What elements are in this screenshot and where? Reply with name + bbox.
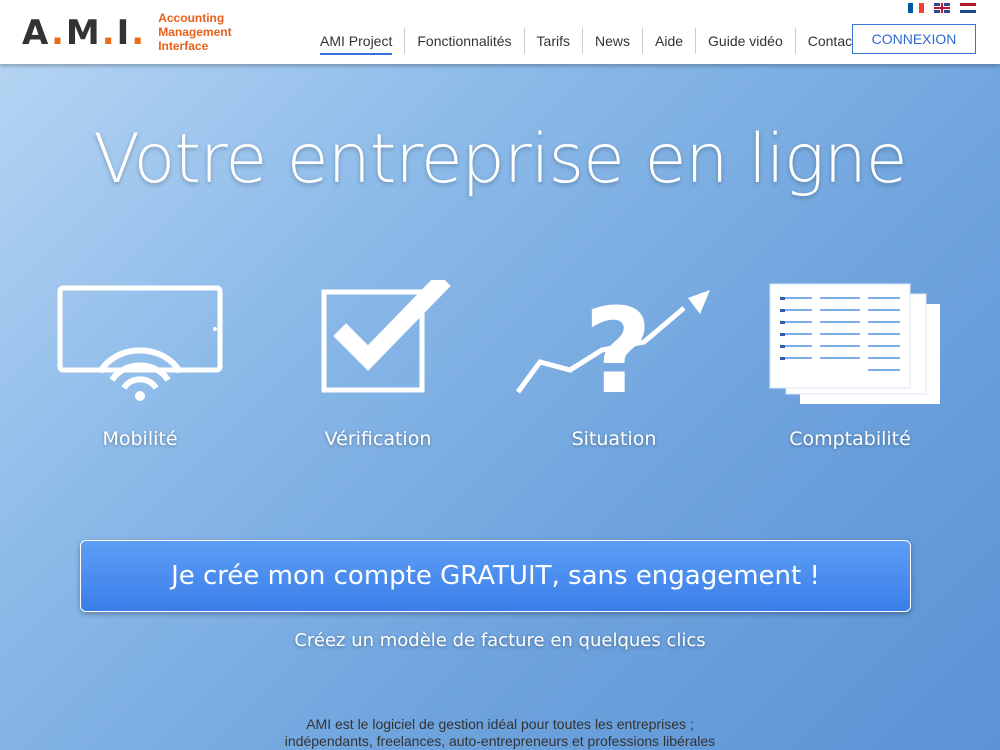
product-description: AMI est le logiciel de gestion idéal pou… [0, 716, 1000, 750]
spreadsheet-icon [769, 283, 940, 404]
nav-item-guide-video[interactable]: Guide vidéo [695, 28, 795, 54]
fr-flag-icon[interactable] [908, 3, 924, 13]
main-nav: AMI Project Fonctionnalités Tarifs News … [308, 28, 868, 55]
feature-label: Comptabilité [789, 428, 911, 450]
description-line: indépendants, freelances, auto-entrepren… [284, 733, 716, 749]
nav-label: Tarifs [536, 33, 570, 49]
feature-mobilite: Mobilité [20, 280, 260, 450]
tablet-wifi-icon [57, 285, 223, 401]
description-line: AMI est le logiciel de gestion idéal pou… [306, 716, 694, 732]
nav-label: Aide [655, 33, 684, 49]
nav-item-fonctionnalites[interactable]: Fonctionnalités [404, 28, 523, 54]
nl-flag-icon[interactable] [960, 3, 976, 13]
nav-label: Contact [807, 33, 856, 49]
site-header: A.M.I. Accounting Management Interface A… [0, 0, 1000, 64]
logo-subtitle: Accounting Management Interface [158, 11, 231, 53]
chart-question-icon: ? [515, 282, 710, 410]
cta-subtitle: Créez un modèle de facture en quelques c… [294, 630, 706, 651]
feature-label: Situation [571, 428, 657, 450]
feature-label: Mobilité [102, 428, 178, 450]
logo-mark: A.M.I. [22, 13, 147, 53]
feature-label: Vérification [324, 428, 432, 450]
checkbox-check-icon [321, 280, 451, 393]
uk-flag-icon[interactable] [934, 3, 950, 13]
login-button[interactable]: CONNEXION [852, 24, 976, 54]
nav-item-aide[interactable]: Aide [642, 28, 695, 54]
signup-cta-button[interactable]: Je crée mon compte GRATUIT, sans engagem… [80, 540, 911, 612]
logo-sub-line: Accounting [158, 11, 225, 25]
nav-label: Guide vidéo [708, 33, 783, 49]
feature-situation: ? Situation [494, 280, 734, 450]
feature-verification: Vérification [258, 280, 498, 450]
nav-label: News [594, 33, 630, 49]
nav-item-news[interactable]: News [581, 28, 642, 54]
nav-item-ami-project[interactable]: AMI Project [308, 28, 404, 55]
svg-text:?: ? [584, 282, 652, 410]
logo-sub-line: Management [158, 25, 232, 39]
logo[interactable]: A.M.I. Accounting Management Interface [22, 11, 232, 53]
nav-item-tarifs[interactable]: Tarifs [523, 28, 582, 54]
feature-comptabilite: Comptabilité [730, 280, 970, 450]
nav-label: AMI Project [320, 33, 393, 55]
hero-section: Votre entreprise en ligne Mobilité Vérif… [0, 64, 1000, 750]
language-switcher [908, 3, 976, 13]
logo-sub-line: Interface [158, 39, 209, 53]
nav-label: Fonctionnalités [417, 33, 512, 49]
hero-title: Votre entreprise en ligne [93, 120, 907, 199]
